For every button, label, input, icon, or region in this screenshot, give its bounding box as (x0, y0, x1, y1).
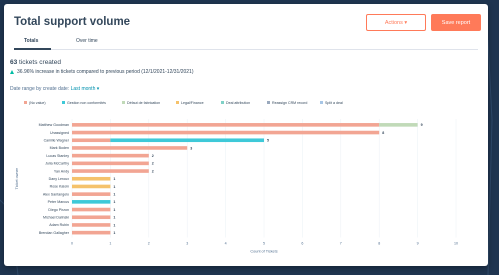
bar-data-label: 2 (152, 169, 154, 173)
y-tick-label: Matthew Goodman (39, 123, 69, 127)
x-tick-label: 5 (263, 242, 265, 246)
bar-data-label: 1 (113, 200, 115, 204)
y-tick-label: Camille Wagner (44, 138, 70, 142)
y-tick-label: Rose Kaloin (50, 185, 69, 189)
bar-data-label: 9 (421, 123, 423, 127)
x-tick-label: 7 (340, 242, 342, 246)
y-tick-label: Diego Pirzon (48, 208, 69, 212)
x-tick-label: 8 (378, 242, 380, 246)
legend-swatch (122, 101, 125, 104)
legend-swatch (62, 101, 65, 104)
bar-data-label: 1 (113, 216, 115, 220)
legend-label: Split a deal (325, 101, 343, 105)
report-panel: Total support volume Actions ▾ Save repo… (4, 4, 488, 266)
x-tick-label: 10 (454, 242, 458, 246)
legend-label: Deal attribution (226, 101, 250, 105)
bar-data-label: 2 (152, 154, 154, 158)
bar-data-label: 1 (113, 192, 115, 196)
bar-segment (72, 169, 149, 173)
legend-swatch (267, 101, 270, 104)
legend-label: Gestion non conformités (67, 101, 106, 105)
bar-data-label: 1 (113, 208, 115, 212)
x-tick-label: 1 (109, 242, 111, 246)
bar-segment (72, 207, 111, 212)
y-axis-title: Ticket owner (15, 167, 19, 189)
legend-swatch (320, 101, 323, 104)
legend-swatch (24, 101, 27, 104)
y-tick-label: Yan Andy (54, 169, 69, 173)
y-tick-label: Mark Boden (50, 146, 69, 150)
legend-label: (No value) (29, 101, 46, 105)
x-tick-label: 0 (71, 242, 73, 246)
legend-label: Legal/Finance (181, 101, 204, 105)
y-tick-label: Dany Leroux (49, 177, 70, 181)
bar-segment (72, 176, 111, 181)
legend-label: Défaut de fabrication (127, 101, 160, 105)
y-tick-label: Lucas Stanley (46, 154, 69, 158)
bar-segment (72, 138, 111, 143)
bar-segment (72, 223, 111, 227)
bar-segment (72, 192, 111, 196)
bar-segment (379, 123, 418, 127)
legend-label: Reassign CRM record (272, 101, 307, 105)
y-tick-label: Peter Marcus (48, 200, 70, 204)
bar-segment (72, 153, 149, 158)
bar-segment (72, 184, 111, 189)
bar-chart: (No value) Gestion non conformités Défaut … (15, 101, 458, 254)
bar-segment (72, 161, 149, 166)
bar-segment (110, 138, 265, 143)
y-tick-label: Brendan Gallagher (39, 231, 70, 235)
bar-data-label: 1 (113, 231, 115, 235)
x-tick-label: 6 (301, 242, 303, 246)
y-tick-label: Unassigned (50, 131, 69, 135)
y-tick-label: Adam Rubin (49, 223, 69, 227)
bar-segment (72, 215, 111, 220)
bar-data-label: 5 (267, 139, 269, 143)
y-tick-label: Julia McCarthy (45, 162, 69, 166)
bar-segment (72, 123, 380, 127)
y-tick-label: Alex Santangelo (43, 192, 69, 196)
x-tick-label: 2 (148, 242, 150, 246)
y-tick-label: Michael Dalinski (43, 215, 69, 219)
bar-data-label: 2 (152, 162, 154, 166)
bar-data-label: 8 (382, 131, 384, 135)
bar-segment (72, 130, 380, 135)
x-tick-label: 3 (186, 242, 188, 246)
bar-segment (72, 146, 188, 150)
x-tick-label: 4 (225, 242, 227, 246)
legend-swatch (176, 101, 179, 104)
x-axis-title: Count of Tickets (250, 250, 277, 254)
x-tick-label: 9 (417, 242, 419, 246)
bar-data-label: 1 (113, 177, 115, 181)
legend-swatch (221, 101, 224, 104)
bar-data-label: 1 (113, 185, 115, 189)
bar-segment (72, 200, 111, 204)
bar-segment (72, 230, 111, 235)
bar-data-label: 1 (113, 223, 115, 227)
bar-data-label: 3 (190, 146, 192, 150)
